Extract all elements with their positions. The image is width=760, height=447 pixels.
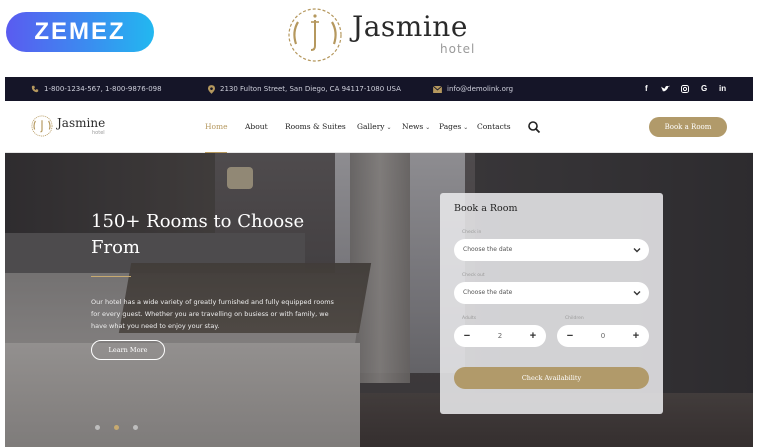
phone-info[interactable]: 1-800-1234-567, 1-800-9876-098 <box>31 77 162 101</box>
jasmine-brand-logo: Jasmine hotel <box>284 4 484 68</box>
laurel-emblem-icon <box>288 8 342 62</box>
nav-contacts[interactable]: Contacts <box>477 101 511 153</box>
website-preview: 1-800-1234-567, 1-800-9876-098 2130 Fult… <box>5 77 753 447</box>
adults-stepper: − 2 + <box>454 325 546 347</box>
nav-gallery-label: Gallery <box>357 122 385 131</box>
chevron-down-icon: ⌄ <box>386 124 392 131</box>
mail-icon <box>433 85 442 93</box>
phone-icon <box>31 85 39 93</box>
nav-logo-name: Jasmine <box>57 116 106 130</box>
nav-logo-subtitle: hotel <box>92 130 105 136</box>
promo-header: ZEMEZ Jasmine hotel <box>0 0 760 76</box>
phone-numbers: 1-800-1234-567, 1-800-9876-098 <box>44 85 162 93</box>
chevron-down-icon: ⌄ <box>425 124 431 131</box>
nav-logo[interactable]: Jasmine hotel <box>30 114 120 140</box>
email-text: info@demolink.org <box>447 85 514 93</box>
brand-name: Jasmine <box>352 10 468 43</box>
book-a-room-button[interactable]: Book a Room <box>649 117 727 137</box>
adults-plus-button[interactable]: + <box>523 325 543 347</box>
booking-title: Book a Room <box>454 203 518 214</box>
children-label: Children <box>565 316 584 321</box>
nav-news[interactable]: News ⌄ <box>402 101 430 153</box>
facebook-icon[interactable]: f <box>645 77 648 101</box>
chevron-down-icon <box>633 248 641 253</box>
nav-rooms-suites[interactable]: Rooms & Suites <box>285 101 346 153</box>
nav-about-label: About <box>245 122 268 131</box>
nav-rooms-label: Rooms & Suites <box>285 122 346 131</box>
check-out-value: Choose the date <box>463 289 513 296</box>
address-text: 2130 Fulton Street, San Diego, CA 94117-… <box>220 85 401 93</box>
google-icon[interactable]: G <box>701 77 707 101</box>
hero-description: Our hotel has a wide variety of greatly … <box>91 298 334 330</box>
nav-contacts-label: Contacts <box>477 122 511 131</box>
nav-about[interactable]: About <box>245 101 268 153</box>
adults-label: Adults <box>462 316 477 321</box>
nav-pages[interactable]: Pages ⌄ <box>439 101 468 153</box>
nav-home[interactable]: Home <box>205 101 228 153</box>
nav-news-label: News <box>402 122 424 131</box>
main-navbar: Jasmine hotel Home About Rooms & Suites … <box>5 101 753 153</box>
nav-pages-label: Pages <box>439 122 462 131</box>
children-stepper: − 0 + <box>557 325 649 347</box>
search-icon[interactable] <box>527 120 541 134</box>
laurel-emblem-icon <box>31 115 53 137</box>
location-pin-icon <box>208 84 215 94</box>
chevron-down-icon <box>633 291 641 296</box>
twitter-icon[interactable] <box>661 77 670 101</box>
check-in-select[interactable]: Choose the date <box>454 239 649 261</box>
children-value[interactable]: 0 <box>577 325 629 347</box>
instagram-icon[interactable] <box>681 77 690 101</box>
learn-more-button[interactable]: Learn More <box>91 340 165 360</box>
nav-home-label: Home <box>205 122 228 131</box>
email-info[interactable]: info@demolink.org <box>433 77 513 101</box>
hero-title: 150+ Rooms to Choose From <box>91 211 305 258</box>
zemez-badge[interactable]: ZEMEZ <box>6 12 154 52</box>
children-plus-button[interactable]: + <box>626 325 646 347</box>
slider-dot-3[interactable] <box>133 425 138 430</box>
booking-panel: Book a Room Check in Choose the date Che… <box>440 193 663 414</box>
hero-section: 150+ Rooms to Choose From Our hotel has … <box>5 153 753 447</box>
check-in-value: Choose the date <box>463 246 513 253</box>
check-out-select[interactable]: Choose the date <box>454 282 649 304</box>
address-info: 2130 Fulton Street, San Diego, CA 94117-… <box>208 77 401 101</box>
slider-dot-2[interactable] <box>114 425 119 430</box>
hero-divider <box>91 276 131 277</box>
check-in-label: Check in <box>462 230 482 235</box>
check-availability-button[interactable]: Check Availability <box>454 367 649 389</box>
top-info-bar: 1-800-1234-567, 1-800-9876-098 2130 Fult… <box>5 77 753 101</box>
chevron-down-icon: ⌄ <box>463 124 469 131</box>
brand-subtitle: hotel <box>440 42 476 56</box>
slider-dot-1[interactable] <box>95 425 100 430</box>
linkedin-icon[interactable]: in <box>719 77 726 101</box>
check-out-label: Check out <box>462 273 485 278</box>
nav-gallery[interactable]: Gallery ⌄ <box>357 101 392 153</box>
guest-steppers: − 2 + − 0 + <box>454 325 649 347</box>
adults-value[interactable]: 2 <box>474 325 526 347</box>
